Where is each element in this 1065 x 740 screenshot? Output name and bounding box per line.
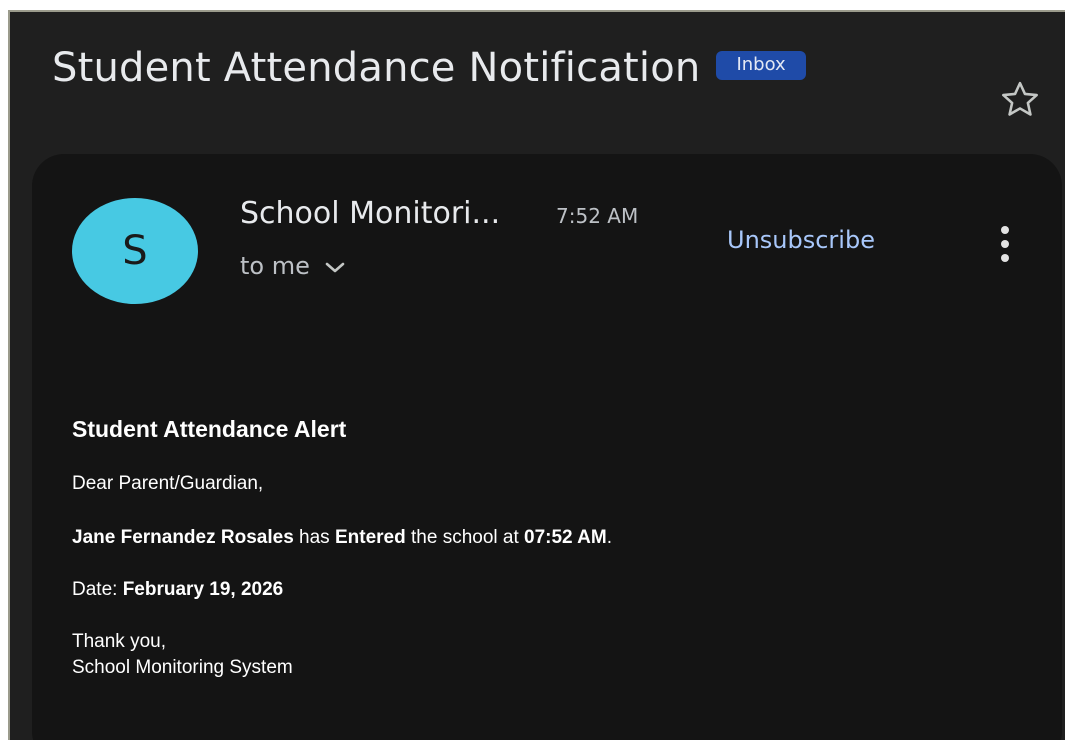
subject-row: Student Attendance Notification Inbox <box>52 42 806 94</box>
text-school-at: the school at <box>405 527 525 548</box>
text-has: has <box>293 527 335 548</box>
greeting: Dear Parent/Guardian, <box>72 473 264 494</box>
screenshot-frame: Student Attendance Notification Inbox S … <box>0 0 1065 740</box>
date-label: Date: <box>72 579 123 600</box>
closing: Thank you, <box>72 631 166 652</box>
attendance-sentence: Jane Fernandez Rosales has Entered the s… <box>72 526 612 550</box>
entry-time: 07:52 AM <box>524 527 607 548</box>
sender-name[interactable]: School Monitori... <box>240 194 500 234</box>
sender-avatar[interactable]: S <box>72 198 198 304</box>
recipient-details-toggle[interactable]: to me <box>240 250 346 282</box>
chevron-down-icon <box>324 261 346 275</box>
inbox-label-badge[interactable]: Inbox <box>716 50 806 80</box>
message-card: S School Monitori... 7:52 AM to me Unsub… <box>32 154 1062 740</box>
date-value: February 19, 2026 <box>122 579 284 600</box>
date-line: Date: February 19, 2026 <box>72 578 283 602</box>
more-options-button[interactable] <box>990 220 1020 268</box>
more-vertical-icon <box>1001 226 1009 262</box>
star-button[interactable] <box>992 72 1048 128</box>
signature: School Monitoring System <box>72 657 293 678</box>
email-view: Student Attendance Notification Inbox S … <box>8 10 1065 740</box>
star-outline-icon <box>1002 81 1038 116</box>
message-time: 7:52 AM <box>556 204 639 228</box>
unsubscribe-link[interactable]: Unsubscribe <box>727 224 875 256</box>
email-subject: Student Attendance Notification <box>52 45 701 91</box>
student-name: Jane Fernandez Rosales <box>72 527 294 548</box>
avatar-letter: S <box>122 228 148 274</box>
attendance-action: Entered <box>334 527 406 548</box>
text-period: . <box>606 527 613 548</box>
alert-title: Student Attendance Alert <box>72 416 347 442</box>
recipient-label: to me <box>240 252 310 280</box>
